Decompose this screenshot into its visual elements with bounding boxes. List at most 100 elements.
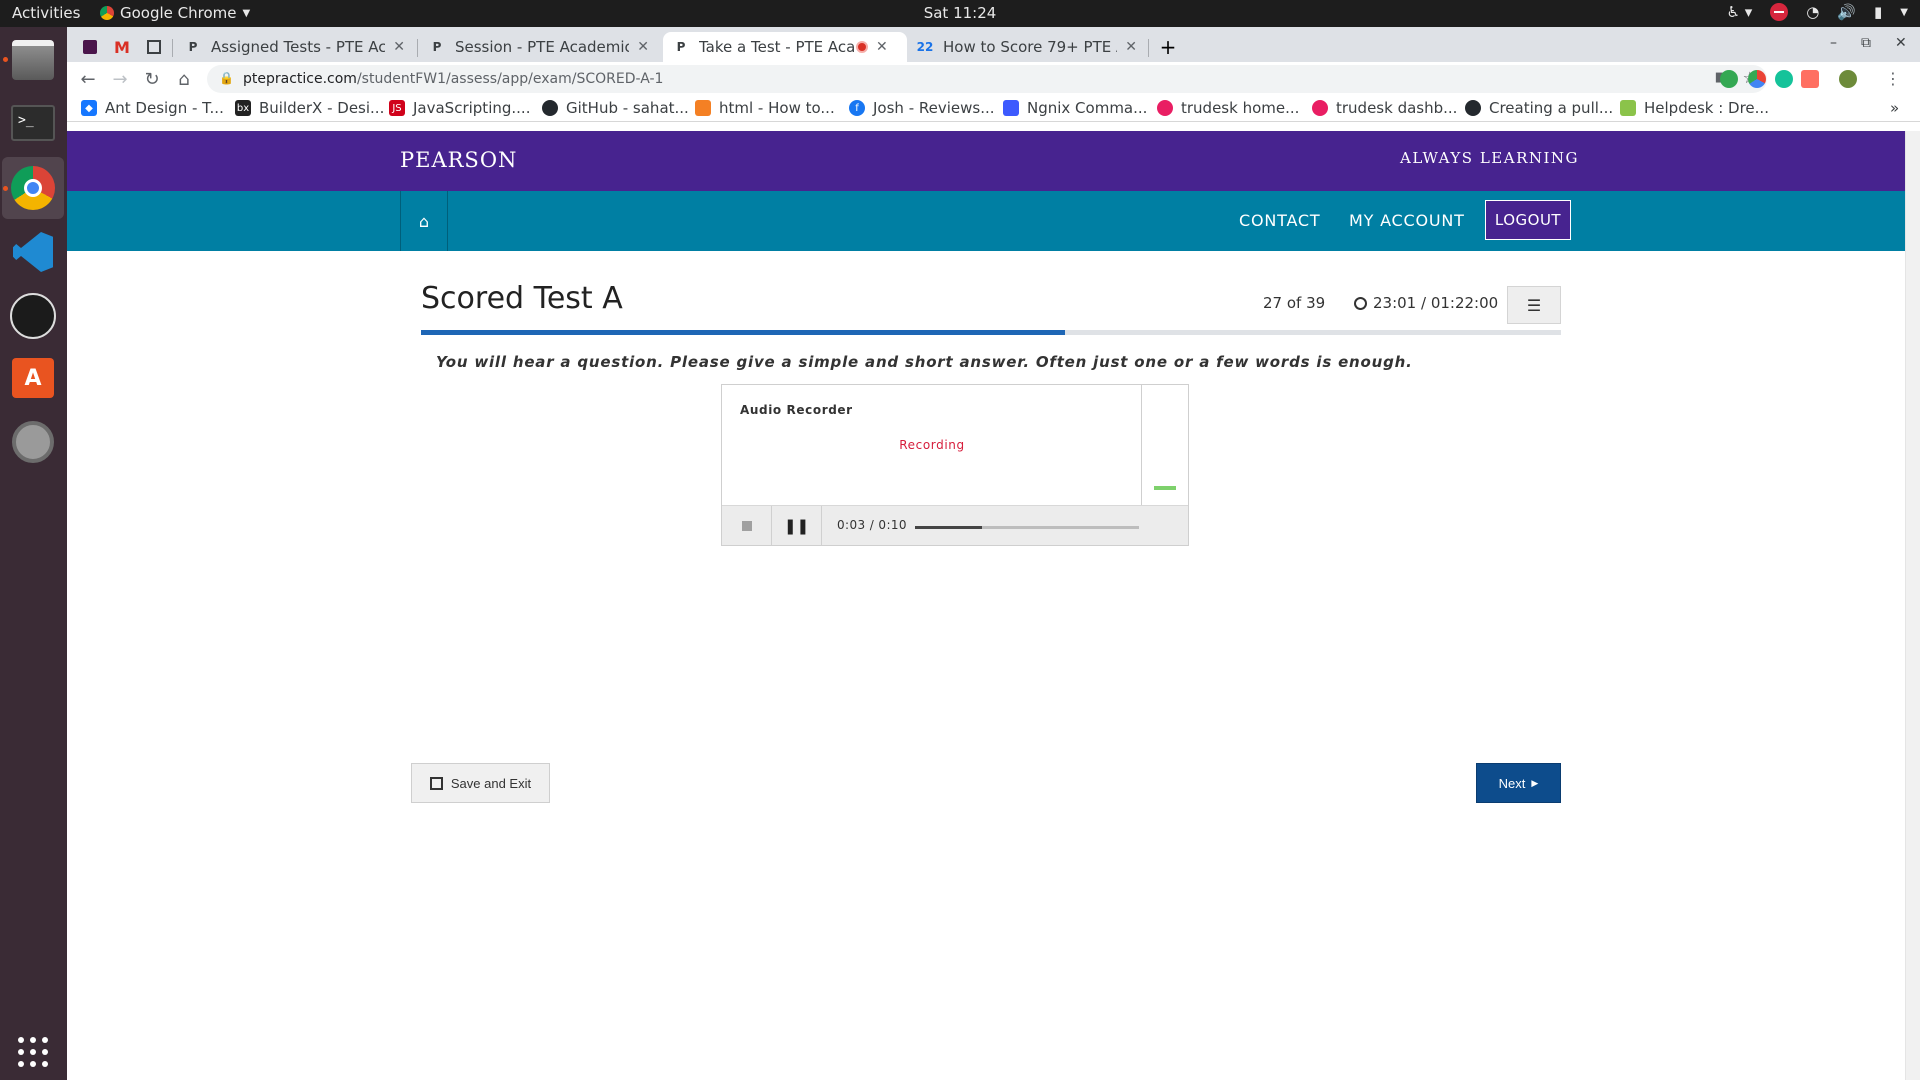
- wifi-icon[interactable]: ◔: [1806, 3, 1819, 21]
- save-and-exit-button[interactable]: Save and Exit: [411, 763, 550, 803]
- test-timer: 23:01 / 01:22:00: [1354, 294, 1498, 312]
- bookmark-item[interactable]: Helpdesk : Dre...: [1620, 99, 1769, 117]
- system-tray[interactable]: ♿ ▾ ◔ 🔊 ▮ ▼: [1727, 3, 1908, 21]
- facebook-icon: f: [849, 100, 865, 116]
- activities-button[interactable]: Activities: [12, 4, 80, 22]
- divider: [1141, 385, 1142, 505]
- app-menu[interactable]: Google Chrome ▼: [100, 4, 250, 22]
- stop-button[interactable]: [722, 506, 772, 546]
- recorder-progress-track[interactable]: [915, 526, 1139, 529]
- close-icon[interactable]: ✕: [393, 39, 405, 55]
- clock[interactable]: Sat 11:24: [0, 4, 1920, 22]
- bookmark-item[interactable]: trudesk dashb...: [1312, 99, 1457, 117]
- back-icon[interactable]: ←: [77, 68, 99, 90]
- settings-icon[interactable]: [8, 417, 58, 467]
- page-scrollbar[interactable]: [1905, 131, 1920, 1080]
- pause-icon: ❚❚: [783, 517, 810, 535]
- home-icon[interactable]: ⌂: [173, 68, 195, 90]
- nav-contact[interactable]: CONTACT: [1239, 211, 1320, 230]
- tab-how-to-score[interactable]: 22 How to Score 79+ PTE Ac ✕: [907, 32, 1147, 62]
- bookmark-label: JavaScripting....: [413, 99, 531, 117]
- bookmark-item[interactable]: html - How to...: [695, 99, 835, 117]
- software-center-icon[interactable]: A: [8, 353, 58, 403]
- bookmark-item[interactable]: trudesk home...: [1157, 99, 1299, 117]
- bookmark-label: BuilderX - Desi...: [259, 99, 385, 117]
- nav-my-account[interactable]: MY ACCOUNT: [1349, 211, 1465, 230]
- bookmark-favicon-icon: bx: [235, 100, 251, 116]
- close-icon[interactable]: ✕: [876, 39, 888, 55]
- chevron-down-icon: ▼: [242, 7, 251, 19]
- address-bar[interactable]: 🔒 ptepractice.com/studentFW1/assess/app/…: [207, 65, 1767, 93]
- files-icon[interactable]: [8, 35, 58, 85]
- tab-assigned-tests[interactable]: P Assigned Tests - PTE Acad ✕: [175, 32, 415, 62]
- bookmark-item[interactable]: f Josh - Reviews...: [849, 99, 995, 117]
- tab-separator: [1148, 39, 1149, 57]
- close-icon[interactable]: ✕: [1125, 39, 1137, 55]
- volume-icon[interactable]: 🔊: [1837, 3, 1856, 21]
- pinned-tab-slack[interactable]: [75, 32, 105, 62]
- gmail-icon: M: [114, 37, 130, 57]
- question-list-button[interactable]: ☰: [1507, 286, 1561, 324]
- bookmark-item[interactable]: GitHub - sahat...: [542, 99, 689, 117]
- logout-button[interactable]: LOGOUT: [1485, 200, 1571, 240]
- bookmark-item[interactable]: ◆ Ant Design - T...: [81, 99, 224, 117]
- bookmark-item[interactable]: JS JavaScripting....: [389, 99, 530, 117]
- tab-take-a-test[interactable]: P Take a Test - PTE Acad ✕: [663, 32, 907, 62]
- chrome-window: M P Assigned Tests - PTE Acad ✕ P Sessio…: [67, 27, 1920, 1080]
- stackoverflow-icon: [695, 100, 711, 116]
- extension-grammarly-icon[interactable]: [1720, 70, 1738, 88]
- do-not-disturb-icon[interactable]: [1770, 3, 1789, 21]
- pinned-tab-gmail[interactable]: M: [107, 32, 137, 62]
- restore-icon[interactable]: ⧉: [1861, 35, 1871, 51]
- show-applications-icon[interactable]: [8, 1027, 58, 1077]
- chrome-icon: [100, 6, 114, 20]
- bookmark-favicon-icon: [1620, 100, 1636, 116]
- bookmark-item[interactable]: bx BuilderX - Desi...: [235, 99, 384, 117]
- tab-title: Session - PTE Academic: [454, 38, 630, 56]
- extension-green-icon[interactable]: [1775, 70, 1793, 88]
- bookmarks-overflow-button[interactable]: »: [1890, 99, 1899, 117]
- bookmark-label: Ngnix Comma...: [1027, 99, 1148, 117]
- window-close-icon[interactable]: ✕: [1895, 35, 1907, 51]
- stop-icon: [741, 521, 752, 531]
- reload-icon[interactable]: ↻: [141, 68, 163, 90]
- test-progress-bar: [421, 330, 1561, 335]
- browser-toolbar: ← → ↻ ⌂ 🔒 ptepractice.com/studentFW1/ass…: [67, 62, 1920, 96]
- bookmark-favicon-icon: JS: [389, 100, 405, 116]
- close-icon[interactable]: ✕: [637, 39, 649, 55]
- chrome-icon[interactable]: [8, 163, 58, 213]
- system-menu-chevron-icon[interactable]: ▼: [1900, 7, 1908, 18]
- github-icon: [1465, 100, 1481, 116]
- bookmark-item[interactable]: Creating a pull...: [1465, 99, 1613, 117]
- menu-icon[interactable]: ⋮: [1885, 69, 1901, 88]
- audio-level-meter: [1154, 486, 1176, 490]
- bookmark-label: Ant Design - T...: [105, 99, 224, 117]
- minimize-icon[interactable]: –: [1830, 35, 1837, 51]
- terminal-icon[interactable]: >_: [8, 98, 58, 148]
- pearson-favicon-icon: P: [188, 40, 198, 54]
- bookmark-label: Helpdesk : Dre...: [1644, 99, 1769, 117]
- system-top-bar: Activities Google Chrome ▼ Sat 11:24 ♿ ▾…: [0, 0, 1920, 27]
- profile-avatar[interactable]: [1839, 70, 1857, 88]
- extension-chrome-icon[interactable]: [1748, 70, 1766, 88]
- question-instruction: You will hear a question. Please give a …: [436, 353, 1413, 371]
- pearson-logo[interactable]: PEARSON: [400, 148, 517, 172]
- forward-icon[interactable]: →: [109, 68, 131, 90]
- accessibility-icon[interactable]: ♿ ▾: [1727, 3, 1753, 21]
- obs-icon[interactable]: [8, 291, 58, 341]
- bookmark-item[interactable]: Ngnix Comma...: [1003, 99, 1147, 117]
- bookmark-label: Creating a pull...: [1489, 99, 1614, 117]
- tab-strip: M P Assigned Tests - PTE Acad ✕ P Sessio…: [67, 27, 1920, 62]
- pause-button[interactable]: ❚❚: [772, 506, 822, 546]
- battery-icon[interactable]: ▮: [1874, 3, 1882, 21]
- app-menu-label: Google Chrome: [120, 4, 237, 22]
- next-button[interactable]: Next ▶: [1476, 763, 1561, 803]
- vscode-icon[interactable]: [8, 227, 58, 277]
- extension-share-icon[interactable]: [1801, 70, 1819, 88]
- home-button[interactable]: ⌂: [400, 191, 448, 251]
- lock-icon: 🔒: [219, 71, 234, 85]
- pinned-tab-reader[interactable]: [139, 32, 169, 62]
- new-tab-button[interactable]: +: [1153, 32, 1183, 62]
- tab-session[interactable]: P Session - PTE Academic ✕: [419, 32, 659, 62]
- recorder-title: Audio Recorder: [740, 403, 853, 417]
